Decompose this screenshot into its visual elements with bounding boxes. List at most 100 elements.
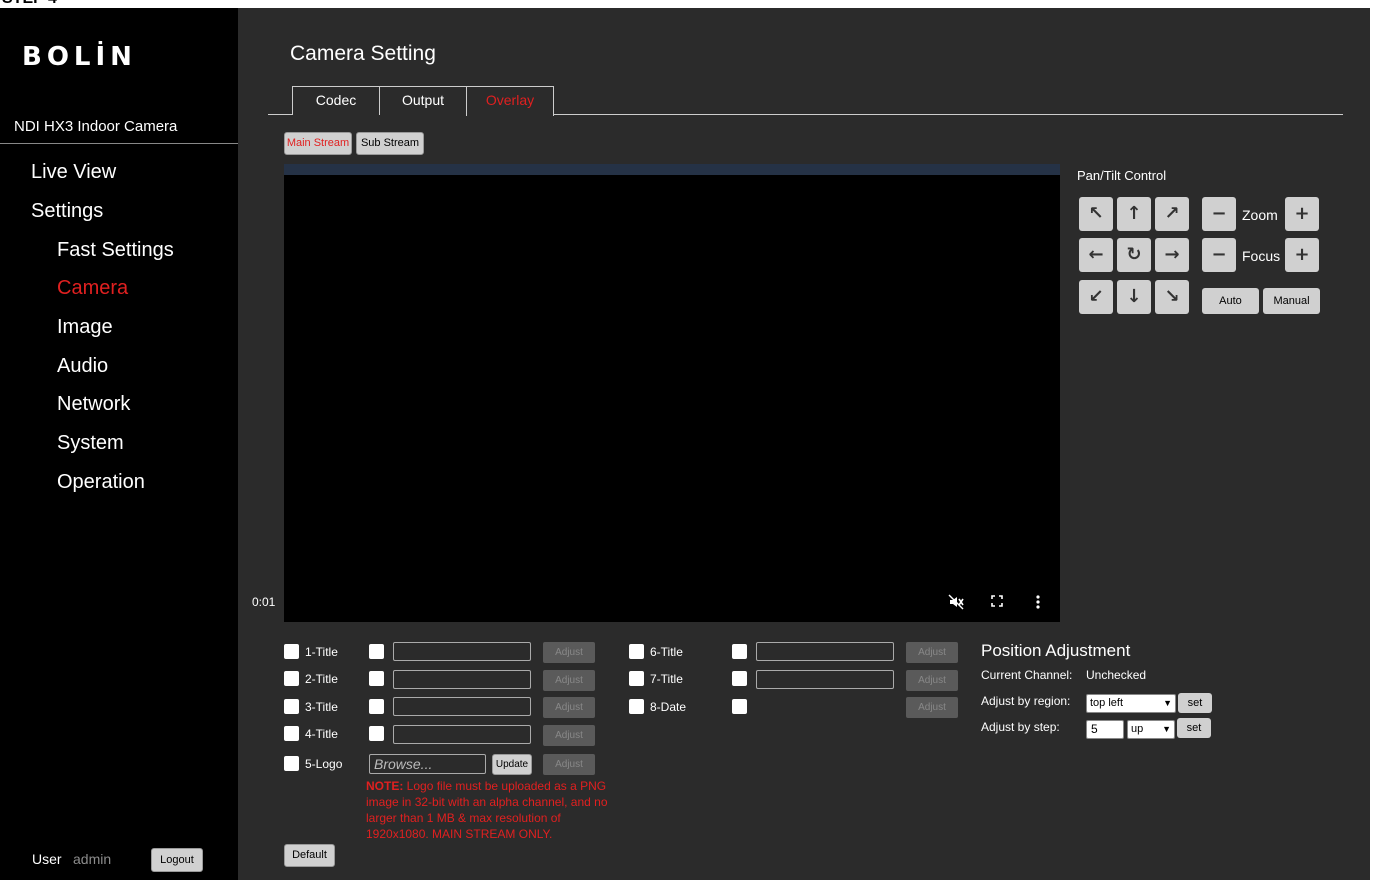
- default-button[interactable]: Default: [284, 844, 335, 867]
- sidebar: BOLİN NDI HX3 Indoor Camera Live View Se…: [0, 8, 238, 880]
- zoom-out-button[interactable]: −: [1202, 197, 1236, 231]
- fullscreen-icon[interactable]: [990, 594, 1004, 612]
- arrow-down-icon[interactable]: ↓: [1117, 280, 1151, 314]
- zoom-label: Zoom: [1242, 207, 1278, 223]
- overlay-1-title-enable-checkbox[interactable]: [369, 644, 384, 659]
- step-set-button[interactable]: set: [1177, 718, 1211, 738]
- focus-near-button[interactable]: −: [1202, 238, 1236, 272]
- adjust-by-step-label: Adjust by step:: [981, 720, 1060, 734]
- overlay-3-title-input[interactable]: [393, 697, 531, 716]
- step-input[interactable]: 5: [1086, 720, 1124, 739]
- main-stream-button[interactable]: Main Stream: [284, 132, 352, 155]
- overlay-4-title-label: 4-Title: [305, 727, 338, 741]
- overlay-2-title-enable-checkbox[interactable]: [369, 671, 384, 686]
- overlay-6-title-label: 6-Title: [650, 645, 683, 659]
- overlay-6-title-adjust-button[interactable]: Adjust: [906, 642, 958, 663]
- video-time: 0:01: [252, 595, 276, 609]
- overlay-2-title-label: 2-Title: [305, 672, 338, 686]
- adjust-by-region-label: Adjust by region:: [981, 694, 1071, 708]
- more-vertical-icon[interactable]: [1035, 594, 1041, 614]
- sidebar-item-fast-settings[interactable]: Fast Settings: [57, 239, 174, 262]
- user-label: User: [32, 851, 62, 867]
- focus-manual-button[interactable]: Manual: [1263, 288, 1320, 314]
- overlay-8-date-adjust-button[interactable]: Adjust: [906, 697, 958, 718]
- current-channel-value: Unchecked: [1086, 668, 1147, 682]
- overlay-6-title-input[interactable]: [756, 642, 894, 661]
- page-title: Camera Setting: [290, 42, 436, 65]
- chevron-down-icon: ▼: [1163, 698, 1172, 708]
- overlay-4-title-checkbox[interactable]: [284, 726, 299, 741]
- cropped-header: STEP 4: [0, 0, 1375, 8]
- overlay-1-title-adjust-button[interactable]: Adjust: [543, 642, 595, 663]
- overlay-3-title-enable-checkbox[interactable]: [369, 699, 384, 714]
- tab-output[interactable]: Output: [379, 86, 467, 115]
- sidebar-item-network[interactable]: Network: [57, 393, 130, 416]
- logo-update-button[interactable]: Update: [492, 754, 532, 775]
- logo-note-prefix: NOTE:: [366, 779, 404, 793]
- chevron-down-icon: ▼: [1162, 724, 1171, 734]
- region-set-button[interactable]: set: [1178, 693, 1212, 713]
- sub-stream-button[interactable]: Sub Stream: [356, 132, 424, 155]
- overlay-7-title-label: 7-Title: [650, 672, 683, 686]
- logout-button[interactable]: Logout: [151, 848, 203, 872]
- overlay-8-date-label: 8-Date: [650, 700, 687, 714]
- home-refresh-icon[interactable]: ↻: [1117, 238, 1151, 272]
- focus-label: Focus: [1242, 248, 1281, 264]
- overlay-2-title-adjust-button[interactable]: Adjust: [543, 670, 595, 691]
- overlay-7-title-enable-checkbox[interactable]: [732, 671, 747, 686]
- sidebar-item-image[interactable]: Image: [57, 316, 113, 339]
- arrow-up-left-icon[interactable]: ↖: [1079, 197, 1113, 231]
- tab-overlay[interactable]: Overlay: [466, 86, 554, 116]
- overlay-1-title-input[interactable]: [393, 642, 531, 661]
- overlay-3-title-checkbox[interactable]: [284, 699, 299, 714]
- sidebar-item-live-view[interactable]: Live View: [31, 161, 116, 184]
- video-top-bar: [284, 164, 1060, 175]
- overlay-1-title-label: 1-Title: [305, 645, 338, 659]
- user-name: admin: [73, 851, 112, 867]
- focus-auto-button[interactable]: Auto: [1202, 288, 1259, 314]
- overlay-4-title-enable-checkbox[interactable]: [369, 726, 384, 741]
- overlay-6-title-checkbox[interactable]: [629, 644, 644, 659]
- arrow-down-right-icon[interactable]: ↘: [1155, 280, 1189, 314]
- arrow-left-icon[interactable]: ←: [1079, 238, 1113, 272]
- overlay-3-title-adjust-button[interactable]: Adjust: [543, 697, 595, 718]
- focus-far-button[interactable]: +: [1285, 238, 1319, 272]
- tab-codec[interactable]: Codec: [292, 86, 380, 115]
- sidebar-item-camera[interactable]: Camera: [57, 277, 128, 300]
- overlay-3-title-label: 3-Title: [305, 700, 338, 714]
- sidebar-item-settings[interactable]: Settings: [31, 200, 103, 223]
- overlay-7-title-checkbox[interactable]: [629, 671, 644, 686]
- sidebar-item-audio[interactable]: Audio: [57, 355, 108, 378]
- overlay-7-title-input[interactable]: [756, 670, 894, 689]
- arrow-up-right-icon[interactable]: ↗: [1155, 197, 1189, 231]
- main-panel: Camera Setting Codec Output Overlay Main…: [238, 8, 1370, 880]
- overlay-2-title-input[interactable]: [393, 670, 531, 689]
- logo-note: NOTE: Logo file must be uploaded as a PN…: [366, 778, 618, 842]
- current-channel-label: Current Channel:: [981, 668, 1073, 682]
- zoom-in-button[interactable]: +: [1285, 197, 1319, 231]
- overlay-7-title-adjust-button[interactable]: Adjust: [906, 670, 958, 691]
- overlay-6-title-enable-checkbox[interactable]: [732, 644, 747, 659]
- logo-browse-input[interactable]: Browse...: [369, 754, 486, 774]
- logo-note-text: Logo file must be uploaded as a PNG imag…: [366, 779, 608, 841]
- sidebar-item-operation[interactable]: Operation: [57, 471, 145, 494]
- camera-model-name: NDI HX3 Indoor Camera: [14, 118, 178, 135]
- bolin-logo: BOLİN: [22, 42, 137, 72]
- overlay-4-title-input[interactable]: [393, 725, 531, 744]
- sidebar-item-system[interactable]: System: [57, 432, 124, 455]
- arrow-down-left-icon[interactable]: ↙: [1079, 280, 1113, 314]
- muted-speaker-icon[interactable]: [948, 594, 964, 614]
- region-select[interactable]: top left ▼: [1086, 694, 1176, 713]
- overlay-4-title-adjust-button[interactable]: Adjust: [543, 725, 595, 746]
- overlay-5-logo-adjust-button[interactable]: Adjust: [543, 754, 595, 775]
- arrow-right-icon[interactable]: →: [1155, 238, 1189, 272]
- direction-select[interactable]: up ▼: [1127, 720, 1175, 739]
- region-select-value: top left: [1090, 697, 1124, 709]
- overlay-2-title-checkbox[interactable]: [284, 671, 299, 686]
- video-player[interactable]: [284, 164, 1060, 622]
- overlay-5-logo-checkbox[interactable]: [284, 756, 299, 771]
- overlay-8-date-checkbox[interactable]: [629, 699, 644, 714]
- overlay-1-title-checkbox[interactable]: [284, 644, 299, 659]
- arrow-up-icon[interactable]: ↑: [1117, 197, 1151, 231]
- overlay-8-date-enable-checkbox[interactable]: [732, 699, 747, 714]
